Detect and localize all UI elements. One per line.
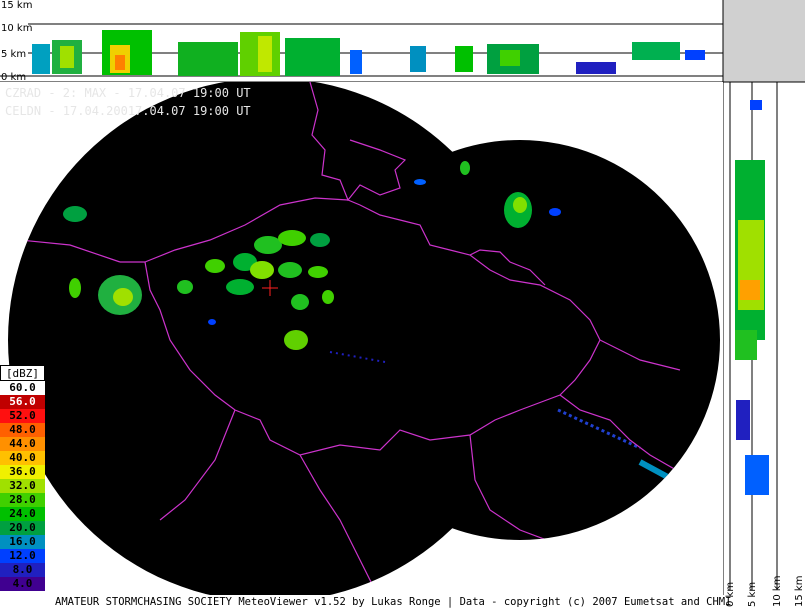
legend-rows: 60.0 56.0 52.0 48.0 44.0 40.0 36.0 32.0 28.0 24.0… [0, 381, 45, 591]
corner-panel [723, 0, 805, 82]
legend-item: 20.0 [0, 521, 45, 535]
legend-title: [dBZ] [0, 365, 45, 381]
side-label-5: 5 km [747, 582, 758, 607]
legend-item: 16.0 [0, 535, 45, 549]
legend-item: 44.0 [0, 437, 45, 451]
legend-item: 60.0 [0, 381, 45, 395]
legend-item: 36.0 [0, 465, 45, 479]
top-label-10: 10 km [1, 23, 32, 34]
legend-item: 56.0 [0, 395, 45, 409]
legend-item: 32.0 [0, 479, 45, 493]
top-label-5: 5 km [1, 49, 26, 60]
legend-item: 8.0 [0, 563, 45, 577]
side-label-15: 15 km [794, 576, 805, 607]
legend-item: 4.0 [0, 577, 45, 591]
legend-item: 40.0 [0, 451, 45, 465]
footer-credits: AMATEUR STORMCHASING SOCIETY MeteoViewer… [55, 595, 732, 610]
header-line-2: CELDN - 17.04.20017.04.07 19:00 UT [5, 104, 251, 118]
header-line-1: CZRAD - 2: MAX - 17.04.07 19:00 UT [5, 86, 251, 100]
radar-coverage [0, 81, 723, 610]
dbz-legend: [dBZ] 60.0 56.0 52.0 48.0 44.0 40.0 36.0 32.0 28… [0, 365, 45, 591]
top-label-0: 0 km [1, 72, 26, 83]
legend-item: 48.0 [0, 423, 45, 437]
side-label-10: 10 km [772, 576, 783, 607]
legend-item: 12.0 [0, 549, 45, 563]
legend-item: 24.0 [0, 507, 45, 521]
legend-item: 52.0 [0, 409, 45, 423]
top-label-15: 15 km [1, 0, 32, 11]
legend-item: 28.0 [0, 493, 45, 507]
